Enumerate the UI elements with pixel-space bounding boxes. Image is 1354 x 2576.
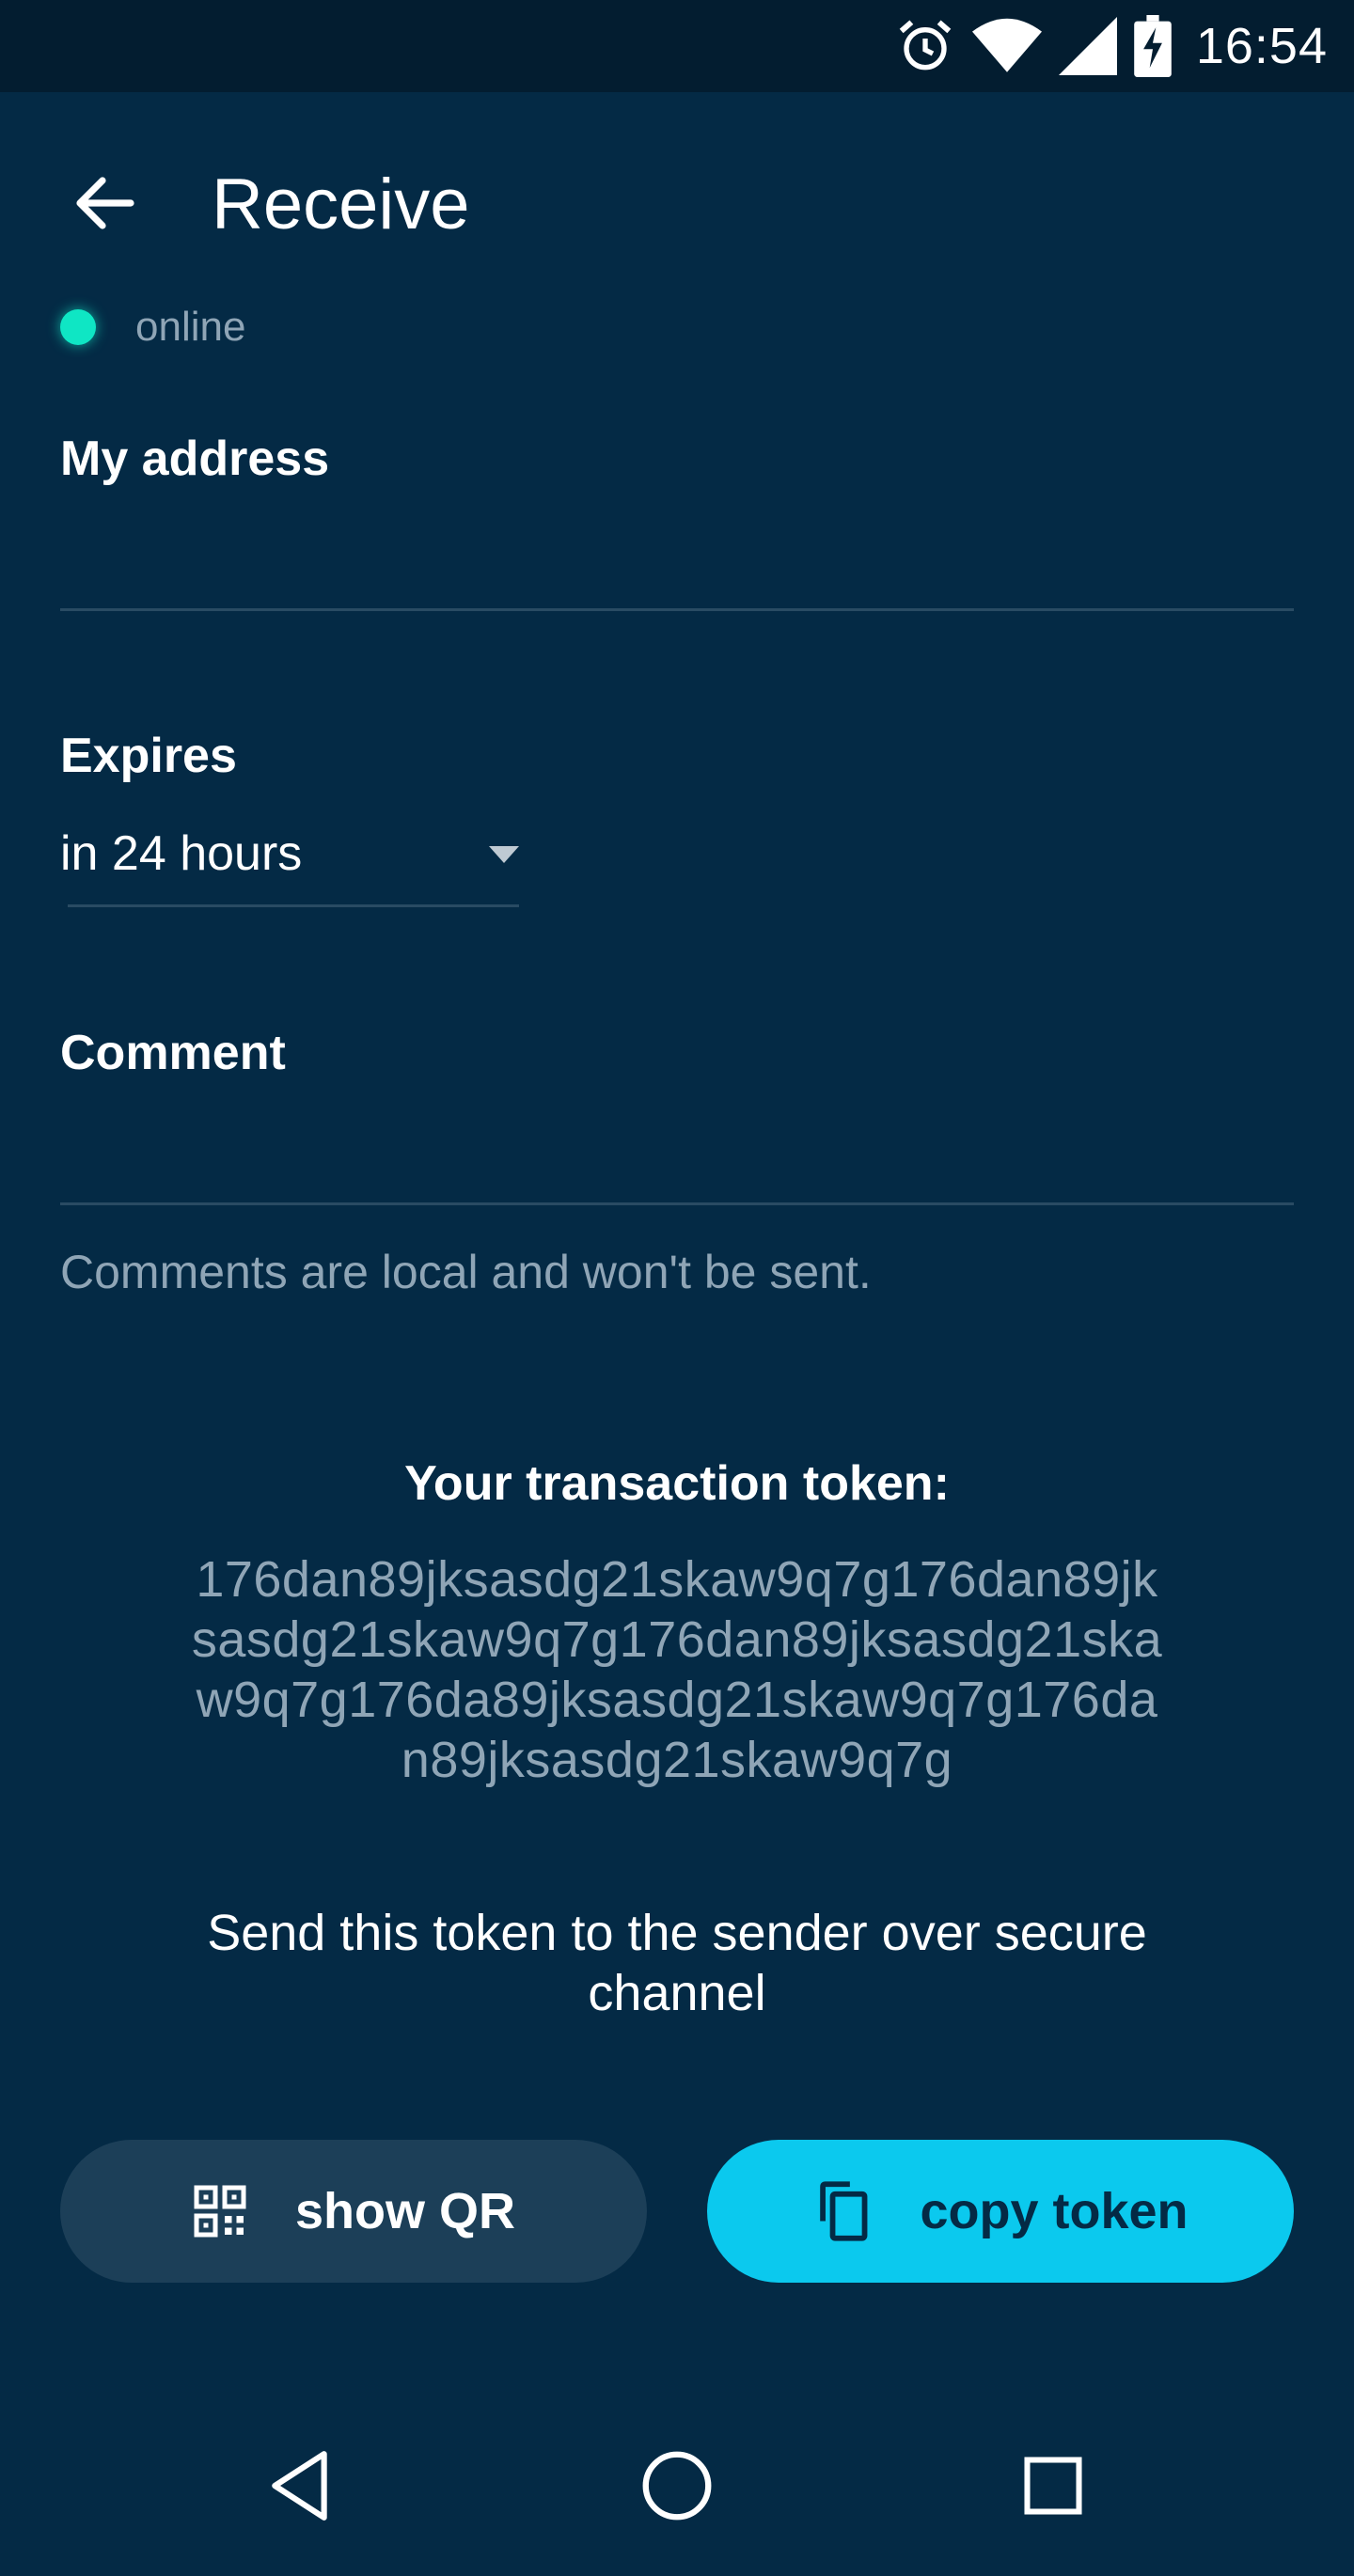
expires-underline [68, 904, 519, 907]
nav-home-icon [641, 2450, 713, 2526]
copy-icon [812, 2179, 873, 2243]
arrow-left-icon [71, 169, 139, 242]
show-qr-button[interactable]: show QR [60, 2140, 647, 2283]
comment-underline [60, 1202, 1294, 1205]
alarm-icon [895, 16, 955, 76]
nav-recents-icon [1022, 2455, 1084, 2521]
expires-value: in 24 hours [60, 826, 303, 881]
nav-back-icon [265, 2448, 337, 2528]
comment-field[interactable] [60, 1106, 1298, 1202]
copy-token-label: copy token [920, 2183, 1189, 2239]
token-title: Your transaction token: [404, 1456, 950, 1511]
header: Receive [0, 92, 1354, 308]
qr-code-icon [192, 2183, 248, 2239]
back-button[interactable] [60, 160, 150, 250]
copy-token-button[interactable]: copy token [707, 2140, 1294, 2283]
address-field[interactable] [60, 508, 1298, 604]
token-value: 176dan89jksasdg21skaw9q7g176dan89jksasdg… [191, 1551, 1163, 1788]
dropdown-arrow-icon [489, 846, 519, 863]
show-qr-label: show QR [294, 2183, 515, 2239]
expires-dropdown[interactable]: in 24 hours [60, 816, 519, 906]
token-instructions: Send this token to the sender over secur… [207, 1905, 1147, 2021]
battery-charging-icon [1134, 15, 1172, 77]
page-title: Receive [212, 165, 470, 244]
comment-label: Comment [60, 1026, 286, 1080]
signal-icon [1058, 17, 1117, 75]
nav-back-button[interactable] [254, 2441, 348, 2535]
address-label: My address [60, 432, 330, 486]
system-nav-bar [0, 2399, 1354, 2576]
comment-hint: Comments are local and won't be sent. [60, 1246, 872, 1298]
status-time: 16:54 [1195, 18, 1328, 74]
online-indicator-icon [60, 309, 96, 345]
address-underline [60, 608, 1294, 611]
status-icons: 16:54 [895, 13, 1328, 79]
connection-status: online [60, 299, 245, 355]
nav-home-button[interactable] [630, 2441, 724, 2535]
status-bar: 16:54 [0, 0, 1354, 92]
receive-screen: 16:54 Receive online My address Expires … [0, 0, 1354, 2576]
wifi-icon [971, 16, 1042, 76]
connection-status-text: online [135, 304, 246, 350]
nav-recents-button[interactable] [1006, 2441, 1100, 2535]
expires-label: Expires [60, 729, 237, 783]
